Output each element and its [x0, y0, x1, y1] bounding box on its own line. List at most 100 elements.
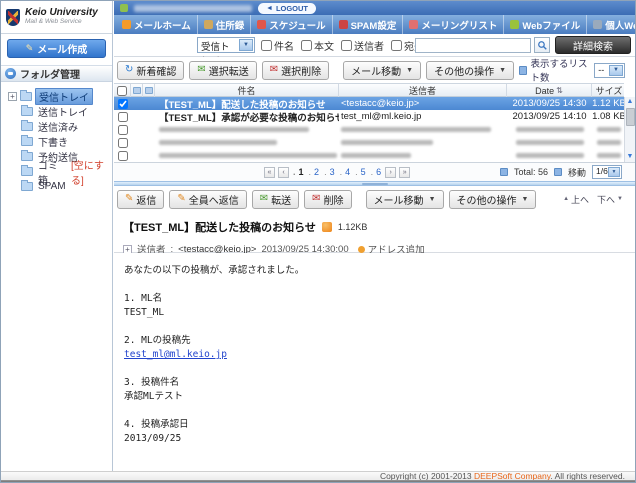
select-all-checkbox[interactable]: [117, 86, 127, 96]
tab-mail-home[interactable]: メールホーム: [116, 15, 198, 34]
mail-nav-group: ▲上へ 下へ▼: [563, 193, 635, 206]
page-select[interactable]: 1/6: [592, 165, 622, 179]
last-page-button[interactable]: »: [399, 167, 410, 178]
column-date[interactable]: Date⇅: [507, 84, 592, 97]
column-sender[interactable]: 送信者: [339, 84, 507, 97]
next-page-button[interactable]: ›: [385, 167, 396, 178]
previous-mail-button[interactable]: ▲上へ: [563, 193, 589, 206]
refresh-icon: ↻: [125, 65, 133, 75]
down-arrow-icon: ▼: [617, 196, 623, 202]
chevron-down-icon: ▼: [499, 67, 506, 74]
tab-personal-web[interactable]: 個人Web: [587, 15, 636, 34]
tab-address-book[interactable]: 住所録: [198, 15, 252, 34]
expander-icon[interactable]: +: [8, 92, 17, 101]
tab-spam-settings[interactable]: SPAM設定: [333, 15, 404, 34]
row-checkbox[interactable]: [118, 151, 128, 161]
folder-spam[interactable]: SPAM: [8, 179, 112, 194]
list-scrollbar[interactable]: ▲ ▼: [624, 97, 635, 162]
folder-tree: + 受信トレイ 送信トレイ 送信済み 下書き 予約送信: [1, 82, 112, 194]
checkbox-body[interactable]: 本文: [301, 38, 334, 53]
reply-all-button[interactable]: ✎全員へ返信: [169, 190, 246, 209]
page-5[interactable]: 5: [354, 167, 367, 177]
list-toolbar: ↻新着確認 ✉選択転送 ✉選択削除 メール移動▼ その他の操作▼ 表示するリスト…: [114, 57, 635, 83]
reply-button[interactable]: ✎返信: [117, 190, 164, 209]
search-input[interactable]: [415, 38, 531, 53]
folder-outbox[interactable]: 送信トレイ: [8, 104, 112, 119]
redacted-text: [597, 127, 621, 132]
page-4[interactable]: 4: [339, 167, 352, 177]
reply-all-icon: ✎: [177, 194, 185, 204]
mailing-list-address-link[interactable]: test_ml@ml.keio.jp: [124, 349, 227, 360]
mail-row-3-redacted[interactable]: [114, 123, 624, 136]
checkbox-sender[interactable]: 送信者: [341, 38, 384, 53]
mail-row-5-redacted[interactable]: [114, 149, 624, 162]
prev-page-button[interactable]: ‹: [278, 167, 289, 178]
main-nav: メールホーム 住所録 スケジュール SPAM設定 メーリングリスト Webファイ…: [114, 15, 635, 34]
logout-button[interactable]: ◄ LOGOUT: [258, 3, 316, 14]
delete-mail-icon: ✉: [270, 65, 278, 75]
tab-label: メーリングリスト: [421, 18, 497, 32]
display-count-select[interactable]: --: [594, 63, 625, 78]
tab-web-file[interactable]: Webファイル: [504, 15, 587, 34]
sender-checkbox[interactable]: [341, 40, 352, 51]
row-checkbox[interactable]: [118, 112, 128, 122]
advanced-search-button[interactable]: 詳細検索: [555, 36, 631, 54]
delete-selected-button[interactable]: ✉選択削除: [262, 61, 329, 80]
folder-icon: [21, 152, 33, 161]
tab-mailing-list[interactable]: メーリングリスト: [403, 15, 504, 34]
check-new-mail-button[interactable]: ↻新着確認: [117, 61, 184, 80]
select-all-cell[interactable]: [114, 84, 131, 97]
search-button[interactable]: [534, 37, 550, 53]
scroll-up-icon[interactable]: ▲: [627, 97, 634, 107]
copyright-footer: Copyright (c) 2001-2013 DEEPSoft Company…: [1, 471, 635, 480]
page-6[interactable]: 6: [370, 167, 383, 177]
page-3[interactable]: 3: [323, 167, 336, 177]
mail-row-4-redacted[interactable]: [114, 136, 624, 149]
page-1[interactable]: 1: [292, 167, 305, 177]
preview-move-dropdown[interactable]: メール移動▼: [366, 190, 444, 209]
row-checkbox[interactable]: [118, 125, 128, 135]
folder-trash[interactable]: ゴミ箱 [空にする]: [8, 164, 112, 179]
page-2[interactable]: 2: [308, 167, 321, 177]
logout-arrow-icon: ◄: [266, 5, 273, 12]
row-checkbox[interactable]: [118, 99, 128, 109]
row-checkbox[interactable]: [118, 138, 128, 148]
tab-label: 住所録: [216, 18, 245, 32]
mail-row-1[interactable]: 【TEST_ML】配送した投稿のお知らせ <testacc@keio.jp> 2…: [114, 97, 624, 110]
chevron-down-icon: ▼: [429, 196, 436, 203]
redacted-text: [159, 153, 337, 158]
scrollbar-thumb[interactable]: [626, 108, 635, 126]
compose-mail-button[interactable]: ✎ メール作成: [7, 39, 106, 58]
subject-checkbox[interactable]: [261, 40, 272, 51]
recipient-checkbox[interactable]: [391, 40, 402, 51]
scroll-down-icon[interactable]: ▼: [627, 152, 634, 162]
forward-icon: ✉: [260, 194, 268, 204]
column-size[interactable]: サイズ: [592, 84, 626, 97]
preview-header: 【TEST_ML】配送した投稿のお知らせ 1.12KB + 送信者 : <tes…: [114, 212, 635, 253]
tab-schedule[interactable]: スケジュール: [251, 15, 332, 34]
folder-drafts[interactable]: 下書き: [8, 134, 112, 149]
mail-date: 2013/09/25 14:30: [507, 97, 592, 110]
next-mail-button[interactable]: 下へ▼: [597, 193, 623, 206]
body-line: TEST_ML: [124, 306, 635, 320]
delete-button[interactable]: ✉削除: [304, 190, 351, 209]
body-checkbox[interactable]: [301, 40, 312, 51]
preview-other-dropdown[interactable]: その他の操作▼: [449, 190, 537, 209]
folder-sent[interactable]: 送信済み: [8, 119, 112, 134]
checkbox-subject[interactable]: 件名: [261, 38, 294, 53]
other-actions-dropdown[interactable]: その他の操作▼: [426, 61, 514, 80]
splitter-handle-icon[interactable]: [362, 183, 388, 185]
keio-shield-icon: [6, 9, 20, 26]
mail-sender: <testacc@keio.jp>: [339, 97, 507, 110]
move-mail-dropdown[interactable]: メール移動▼: [343, 61, 421, 80]
mail-row-2[interactable]: 【TEST_ML】承認が必要な投稿のお知らせ test_ml@ml.keio.j…: [114, 110, 624, 123]
button-label: 選択転送: [209, 63, 249, 78]
folder-inbox[interactable]: + 受信トレイ: [8, 89, 112, 104]
first-page-button[interactable]: «: [264, 167, 275, 178]
forward-button[interactable]: ✉転送: [252, 190, 299, 209]
goto-label[interactable]: 移動: [568, 166, 586, 179]
column-subject[interactable]: 件名: [155, 84, 339, 97]
spam-settings-icon: [339, 20, 348, 29]
forward-selected-button[interactable]: ✉選択転送: [189, 61, 256, 80]
search-folder-select[interactable]: 受信トレイ: [197, 37, 255, 53]
